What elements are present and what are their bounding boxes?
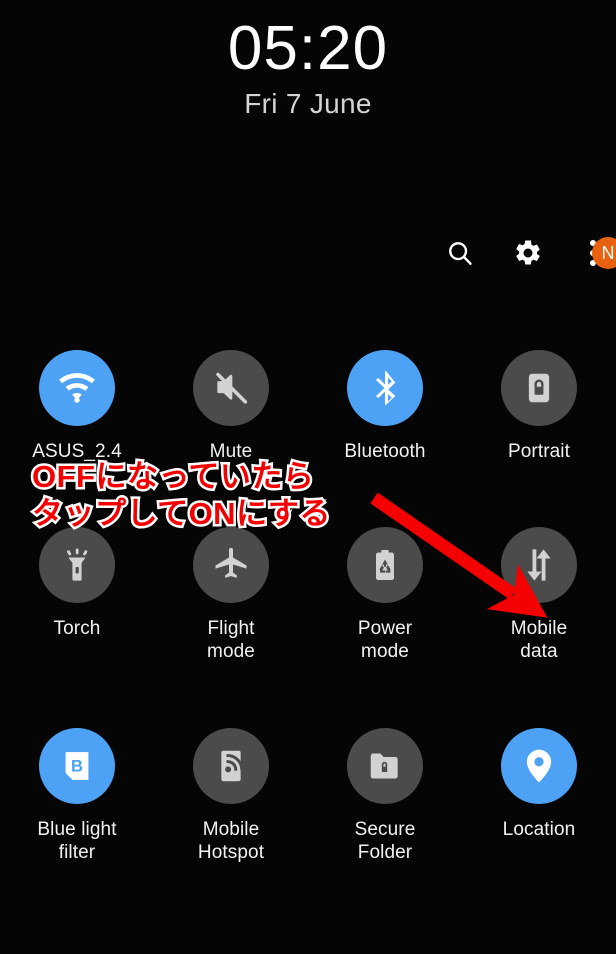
tile-label: Mobile Hotspot — [197, 818, 265, 863]
tile-icon-wrapper[interactable] — [501, 727, 577, 804]
tile-icon-wrapper[interactable] — [193, 727, 269, 804]
tile-bluetooth[interactable]: Bluetooth — [308, 350, 462, 463]
flashlight-icon — [58, 546, 96, 584]
tile-icon-wrapper[interactable] — [501, 527, 577, 604]
overflow-menu-button[interactable]: N — [576, 233, 616, 273]
bluetooth-icon — [365, 368, 405, 408]
gear-icon — [513, 238, 543, 268]
tile-row: ASUS_2.4 Mute Bluetooth Portrait — [0, 350, 616, 463]
tile-power-mode[interactable]: Power mode — [308, 527, 462, 663]
tile-flight-mode[interactable]: Flight mode — [154, 527, 308, 663]
annotation-text: OFFになっていたら タップしてONにする — [30, 456, 333, 533]
tile-row: B Blue light filter Mobile Hotspot Secur… — [0, 727, 616, 864]
tile-label: Torch — [53, 618, 101, 640]
tile-label: Power mode — [357, 618, 413, 663]
tile-icon-wrapper[interactable] — [39, 527, 115, 604]
settings-button[interactable] — [508, 233, 548, 273]
tile-mobile-hotspot[interactable]: Mobile Hotspot — [154, 727, 308, 864]
tile-label: Flight mode — [207, 618, 255, 663]
wifi-icon — [56, 367, 98, 409]
tile-label: Location — [502, 818, 576, 840]
quick-settings-tile-grid: ASUS_2.4 Mute Bluetooth Portrait Torch F… — [0, 350, 616, 864]
clock-block: 05:20 Fri 7 June — [0, 16, 616, 120]
tile-icon-wrapper[interactable] — [347, 350, 423, 426]
tile-secure-folder[interactable]: Secure Folder — [308, 727, 462, 864]
tile-mute[interactable]: Mute — [154, 350, 308, 463]
tile-label: Bluetooth — [344, 441, 426, 462]
svg-text:B: B — [71, 756, 83, 775]
tile-blue-light-filter[interactable]: B Blue light filter — [0, 727, 154, 864]
tile-label: Portrait — [507, 441, 571, 462]
tile-label: Secure Folder — [354, 818, 416, 863]
tile-icon-wrapper[interactable] — [193, 527, 269, 604]
tile-wifi[interactable]: ASUS_2.4 — [0, 350, 154, 463]
tile-label: Mobile data — [510, 618, 568, 663]
volume-mute-icon — [211, 368, 251, 408]
search-button[interactable] — [440, 233, 480, 273]
rotation-lock-icon — [520, 369, 558, 407]
location-pin-icon — [519, 746, 559, 786]
tile-icon-wrapper[interactable] — [501, 350, 577, 426]
tile-label: Blue light filter — [37, 818, 117, 863]
tile-icon-wrapper[interactable] — [193, 350, 269, 426]
clock-time: 05:20 — [227, 14, 389, 83]
quick-settings-panel: 05:20 Fri 7 June N ASUS_2.4 Mute Bluetoo… — [0, 0, 616, 954]
tile-location[interactable]: Location — [462, 727, 616, 864]
tile-mobile-data[interactable]: Mobile data — [462, 527, 616, 663]
airplane-icon — [211, 545, 251, 585]
folder-lock-icon — [366, 747, 404, 785]
tile-icon-wrapper[interactable] — [347, 527, 423, 604]
tile-row: Torch Flight mode Power mode Mobile data — [0, 527, 616, 663]
search-icon — [445, 238, 475, 268]
hotspot-icon — [212, 747, 250, 785]
clock-date: Fri 7 June — [244, 87, 372, 119]
quick-settings-header-icons: N — [440, 233, 616, 273]
tile-icon-wrapper[interactable] — [39, 350, 115, 426]
data-transfer-arrows-icon — [519, 545, 559, 585]
blue-light-filter-icon: B — [58, 747, 96, 785]
tile-icon-wrapper[interactable] — [347, 727, 423, 804]
tile-icon-wrapper[interactable]: B — [39, 727, 115, 804]
notification-badge[interactable]: N — [592, 237, 616, 269]
tile-portrait[interactable]: Portrait — [462, 350, 616, 463]
battery-recycle-icon — [367, 547, 403, 583]
tile-torch[interactable]: Torch — [0, 527, 154, 663]
